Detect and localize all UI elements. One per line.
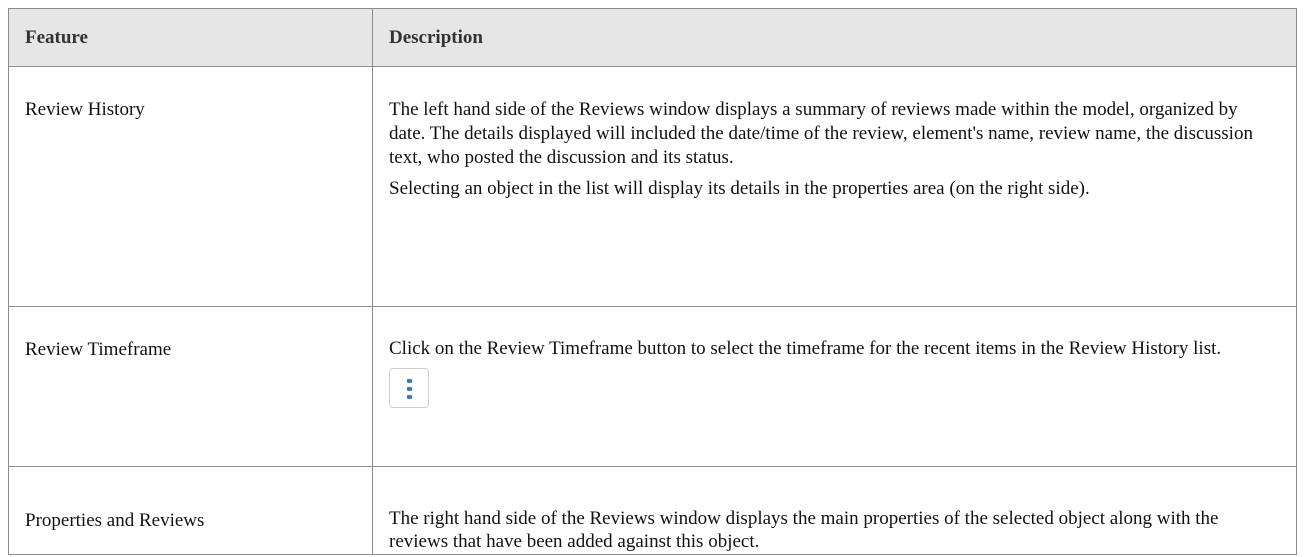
description-cell: The right hand side of the Reviews windo… bbox=[372, 466, 1297, 555]
description-column-header: Description bbox=[372, 8, 1297, 67]
feature-column-header: Feature bbox=[8, 8, 373, 67]
description-paragraph: Selecting an object in the list will dis… bbox=[389, 178, 1090, 199]
feature-cell: Review History bbox=[8, 66, 373, 307]
table-header-row: Feature Description bbox=[8, 8, 1297, 67]
table-row: Review History The left hand side of the… bbox=[8, 66, 1297, 307]
review-timeframe-button[interactable] bbox=[389, 368, 429, 408]
feature-table: Feature Description Review History The l… bbox=[8, 8, 1297, 555]
description-paragraph: Click on the Review Timeframe button to … bbox=[389, 338, 1222, 359]
description-paragraph: The right hand side of the Reviews windo… bbox=[389, 508, 1219, 552]
description-cell: Click on the Review Timeframe button to … bbox=[372, 306, 1297, 467]
table-row: Properties and Reviews The right hand si… bbox=[8, 466, 1297, 555]
description-paragraph: The left hand side of the Reviews window… bbox=[389, 99, 1253, 168]
description-cell: The left hand side of the Reviews window… bbox=[372, 66, 1297, 307]
vertical-ellipsis-icon bbox=[407, 379, 412, 399]
feature-cell: Review Timeframe bbox=[8, 306, 373, 467]
table-row: Review Timeframe Click on the Review Tim… bbox=[8, 306, 1297, 467]
feature-cell: Properties and Reviews bbox=[8, 466, 373, 555]
